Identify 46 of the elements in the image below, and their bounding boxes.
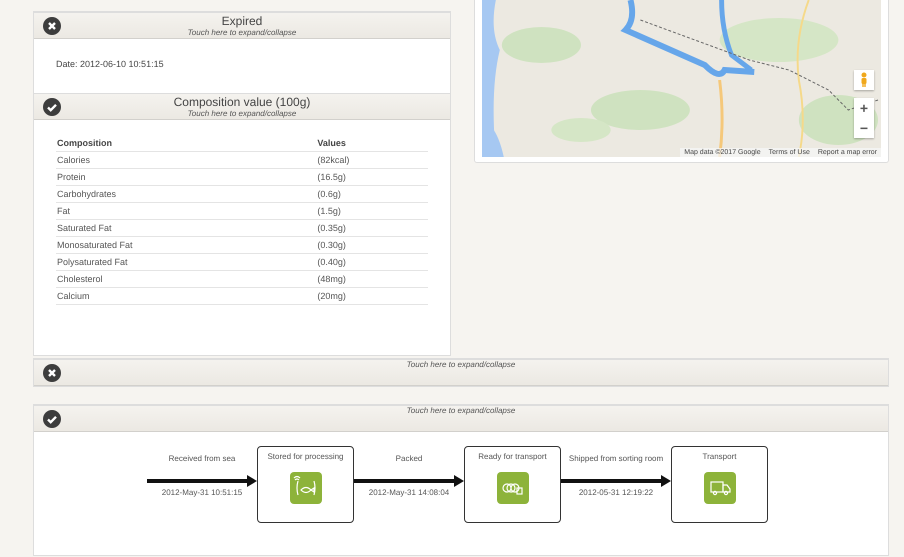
column-header: Values	[316, 134, 428, 152]
zoom-in-button[interactable]: +	[854, 98, 874, 118]
table-cell: Monosaturated Fat	[56, 236, 316, 254]
expand-hint: Touch here to expand/collapse	[188, 108, 296, 118]
panel-header[interactable]: Composition value (100g) Touch here to expand/collapse	[34, 93, 450, 120]
table-cell: (82kcal)	[316, 152, 428, 168]
table-cell: (16.5g)	[316, 168, 428, 186]
panel-header[interactable]: Touch here to expand/collapse	[34, 405, 888, 432]
table-cell: Carbohydrates	[56, 186, 316, 202]
stage-label: Ready for transport	[478, 452, 547, 462]
expand-hint: Touch here to expand/collapse	[188, 28, 296, 38]
table-cell: Polysaturated Fat	[56, 254, 316, 270]
zoom-out-button[interactable]: −	[854, 118, 874, 138]
table-cell: Fat	[56, 202, 316, 220]
table-cell: Cholesterol	[56, 270, 316, 288]
panel-header[interactable]: Touch here to expand/collapse	[34, 359, 888, 386]
panel-title: Composition value (100g)	[174, 94, 310, 108]
table-cell: (20mg)	[316, 288, 428, 304]
expand-hint: Touch here to expand/collapse	[406, 360, 516, 370]
step-date: 2012-May-31 14:08:04	[368, 488, 450, 497]
stage-label: Stored for processing	[267, 452, 344, 462]
panel-title: Expired	[222, 14, 262, 28]
panel-header[interactable]: Expired Touch here to expand/collapse	[34, 12, 450, 39]
step-date: 2012-May-31 10:51:15	[162, 488, 242, 497]
fish-icon	[288, 471, 322, 505]
date-text: Date: 2012-06-10 10:51:15	[55, 58, 165, 71]
table-cell: Saturated Fat	[56, 220, 316, 236]
step-label: Received from sea	[168, 454, 236, 464]
table-cell: (0.30g)	[316, 236, 428, 254]
table-cell: (0.40g)	[316, 254, 428, 270]
truck-icon	[702, 471, 736, 505]
stage-label: Transport	[702, 452, 736, 462]
table-cell: Calcium	[56, 288, 316, 304]
table-cell: (1.5g)	[316, 202, 428, 220]
table-cell: Calories	[56, 152, 316, 168]
coins-icon	[496, 471, 530, 505]
step-label: Shipped from sorting room	[568, 454, 664, 464]
step-date: 2012-05-31 12:19:22	[578, 488, 654, 497]
table-cell: (48mg)	[316, 270, 428, 288]
column-header: Composition	[56, 134, 316, 152]
step-label: Packed	[396, 454, 422, 464]
table-cell: (0.6g)	[316, 186, 428, 202]
table-cell: (0.35g)	[316, 220, 428, 236]
table-cell: Protein	[56, 168, 316, 186]
expand-hint: Touch here to expand/collapse	[406, 406, 516, 416]
person-icon[interactable]	[854, 70, 874, 90]
